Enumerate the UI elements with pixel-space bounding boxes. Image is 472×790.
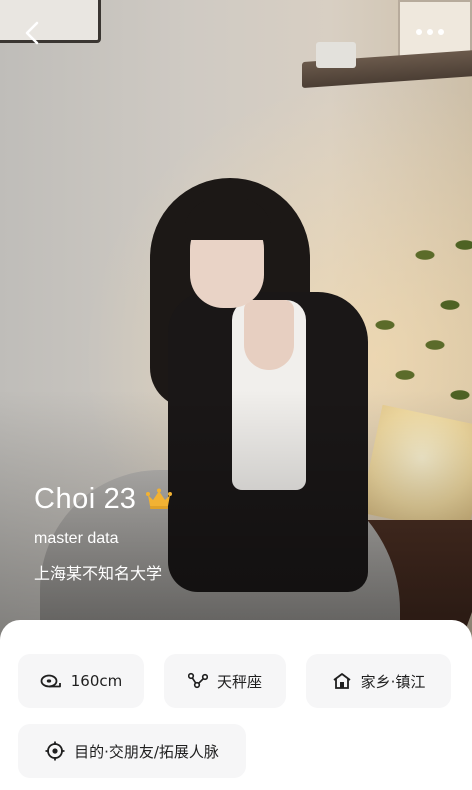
profile-age: 23 xyxy=(103,482,136,515)
hometown-label: 家乡·镇江 xyxy=(360,672,426,691)
profile-info: Choi 23 master data 上海某不知名大学 xyxy=(34,478,172,584)
constellation-icon xyxy=(187,672,208,689)
profile-major: master data xyxy=(34,530,119,547)
chevron-left-icon xyxy=(25,21,39,45)
back-button[interactable] xyxy=(18,18,48,48)
purpose-label: 目的·交朋友/拓展人脉 xyxy=(74,742,219,761)
person-bangs xyxy=(184,198,272,240)
house-icon xyxy=(333,673,351,689)
profile-school: 上海某不知名大学 xyxy=(34,564,163,583)
crown-icon xyxy=(145,488,172,509)
profile-name: Choi xyxy=(34,482,96,515)
purpose-tag: 目的·交朋友/拓展人脉 xyxy=(18,724,246,778)
zodiac-tag: 天秤座 xyxy=(164,654,286,708)
name-row: Choi 23 xyxy=(34,478,172,520)
height-tag: 160cm xyxy=(18,654,144,708)
person-neck xyxy=(244,300,294,370)
zodiac-label: 天秤座 xyxy=(216,672,262,691)
height-label: 160cm xyxy=(70,672,123,690)
wall-frame xyxy=(0,0,101,43)
target-icon xyxy=(45,741,65,761)
tape-measure-icon xyxy=(40,674,61,688)
more-button[interactable] xyxy=(410,20,450,44)
details-sheet: 160cm 天秤座 家乡·镇江 目的·交朋友/拓展人脉 xyxy=(0,620,472,790)
more-dots-icon xyxy=(416,29,444,35)
shelf-item xyxy=(316,42,356,68)
hometown-tag: 家乡·镇江 xyxy=(306,654,451,708)
